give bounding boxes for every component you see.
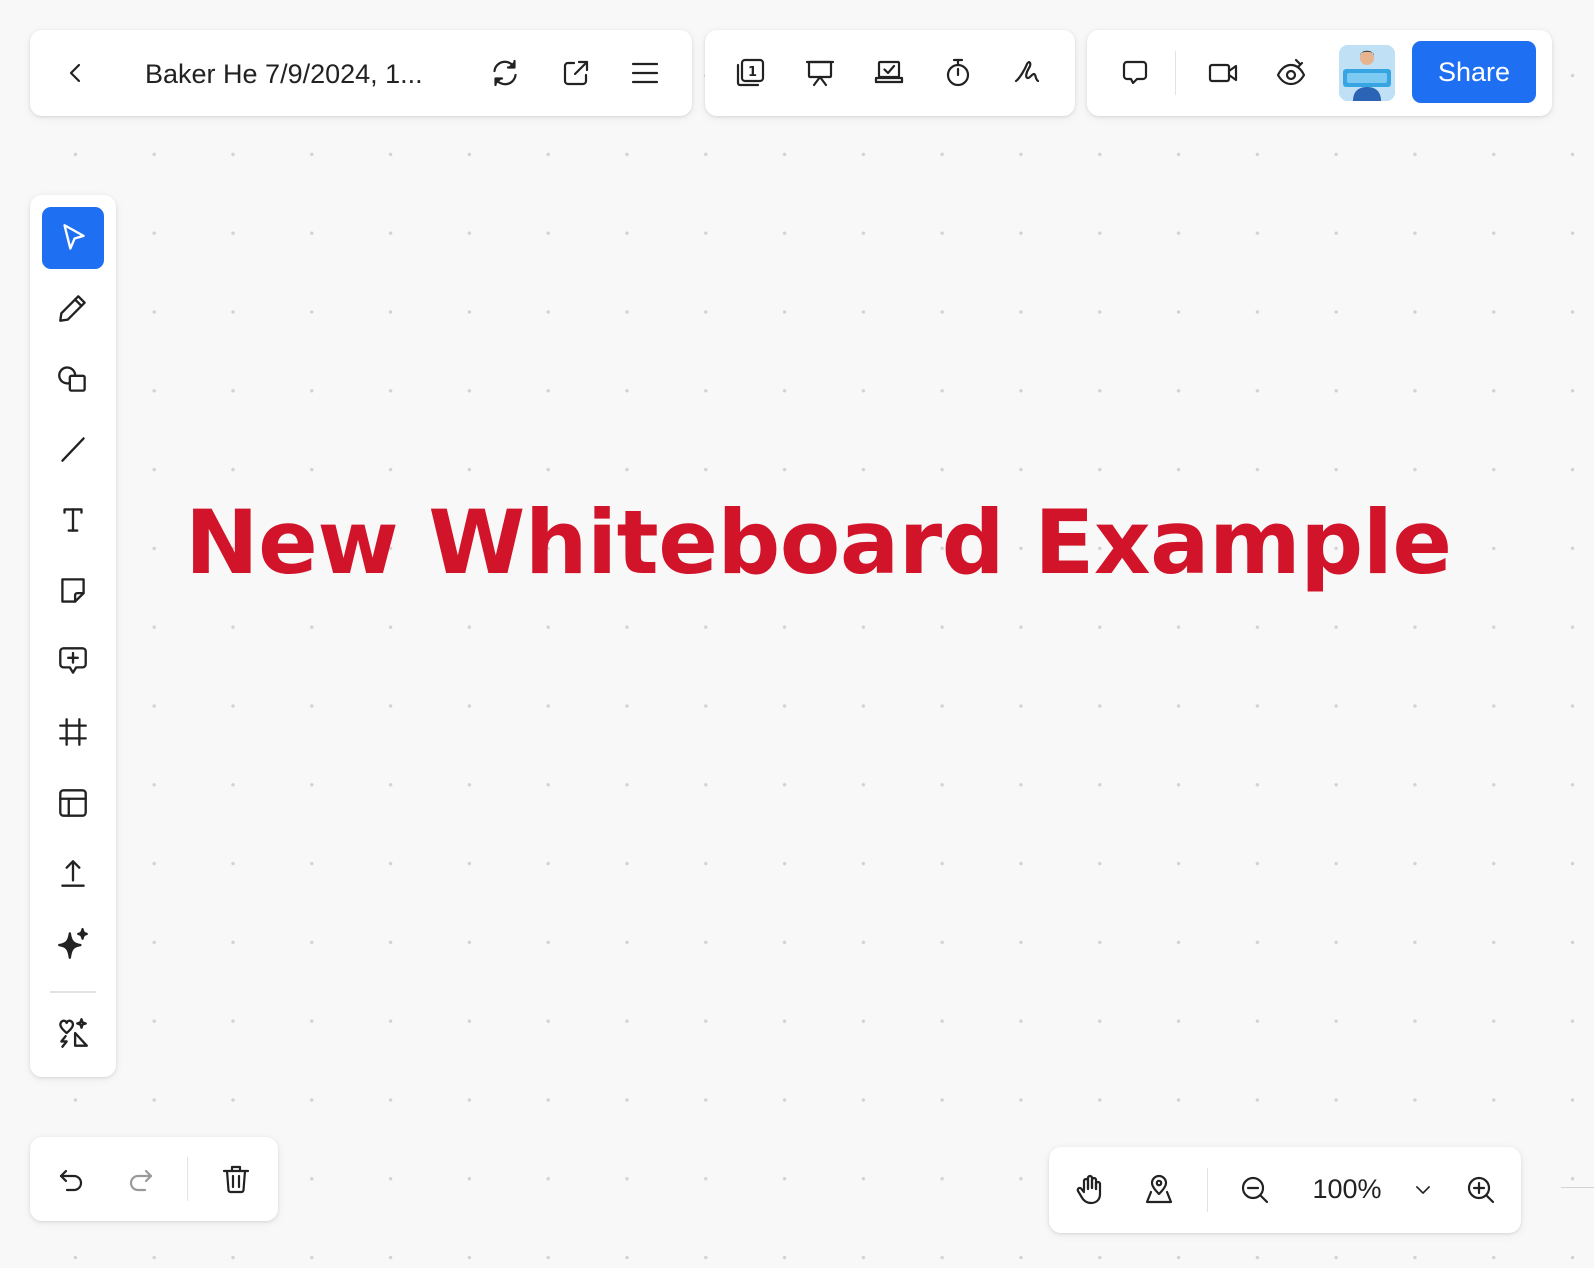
line-icon — [61, 437, 85, 462]
collaboration-tools-panel: 1 — [705, 30, 1075, 116]
line-tool[interactable] — [42, 418, 104, 480]
chevron-down-icon — [1416, 1186, 1430, 1194]
canvas-text-element[interactable]: New Whiteboard Example — [185, 488, 1452, 598]
hamburger-menu-icon — [631, 62, 659, 84]
pages-icon: 1 — [736, 58, 765, 87]
open-external-button[interactable] — [552, 49, 600, 97]
pages-button[interactable]: 1 — [726, 49, 774, 97]
undo-button[interactable] — [48, 1155, 96, 1203]
session-panel: Share — [1087, 30, 1552, 116]
zoom-in-icon — [1467, 1176, 1495, 1204]
chat-button[interactable] — [1111, 49, 1159, 97]
frame-icon — [59, 718, 87, 746]
select-tool[interactable] — [42, 207, 104, 269]
map-pin-icon — [1145, 1174, 1173, 1204]
sticky-note-icon — [61, 578, 85, 603]
redo-icon — [129, 1169, 153, 1192]
pencil-icon — [59, 295, 86, 322]
stickers-tool[interactable] — [42, 1002, 104, 1064]
divider — [187, 1157, 188, 1201]
text-icon — [63, 508, 83, 532]
zoom-out-button[interactable] — [1231, 1166, 1279, 1214]
edit-controls-panel — [30, 1137, 278, 1221]
upload-tool[interactable] — [42, 842, 104, 904]
sparkle-icon — [58, 928, 88, 959]
comment-add-icon — [59, 647, 87, 674]
divider — [1175, 51, 1176, 95]
zoom-out-icon — [1241, 1176, 1269, 1204]
avatar[interactable] — [1339, 45, 1395, 101]
template-icon — [59, 789, 87, 817]
video-icon — [1208, 63, 1238, 83]
chat-icon — [1122, 60, 1148, 85]
zoom-controls-panel: 100% — [1049, 1147, 1521, 1233]
eye-button[interactable] — [1267, 49, 1315, 97]
hand-icon — [1076, 1174, 1102, 1205]
menu-button[interactable] — [621, 49, 669, 97]
template-tool[interactable] — [42, 772, 104, 834]
zoom-level[interactable]: 100% — [1304, 1167, 1390, 1211]
laptop-check-button[interactable] — [865, 49, 913, 97]
cursor-icon — [63, 224, 85, 250]
shapes-tool[interactable] — [42, 348, 104, 410]
chevron-left-icon — [69, 63, 81, 83]
zoom-dropdown-button[interactable] — [1401, 1166, 1445, 1214]
timer-icon — [946, 58, 970, 87]
zoom-in-button[interactable] — [1457, 1166, 1505, 1214]
toolbar-divider — [50, 991, 96, 993]
back-button[interactable] — [52, 49, 100, 97]
open-external-icon — [563, 60, 589, 86]
sync-button[interactable] — [481, 49, 529, 97]
eye-icon — [1276, 58, 1306, 86]
undo-icon — [59, 1169, 83, 1192]
present-icon — [805, 60, 835, 87]
document-title[interactable]: Baker He 7/9/2024, 1... — [145, 58, 465, 90]
squiggle-icon — [1014, 61, 1040, 83]
sync-icon — [493, 59, 517, 87]
user-photo — [1339, 45, 1395, 101]
timer-button[interactable] — [934, 49, 982, 97]
share-button[interactable]: Share — [1412, 41, 1536, 103]
delete-button[interactable] — [212, 1155, 260, 1203]
hand-tool-button[interactable] — [1067, 1166, 1115, 1214]
video-button[interactable] — [1199, 49, 1247, 97]
laptop-check-icon — [874, 60, 904, 84]
squiggle-button[interactable] — [1003, 49, 1051, 97]
ai-tool[interactable] — [42, 913, 104, 975]
redo-button[interactable] — [116, 1155, 164, 1203]
tool-sidebar — [30, 195, 116, 1077]
pen-tool[interactable] — [42, 277, 104, 339]
frame-tool[interactable] — [42, 701, 104, 763]
trash-icon — [222, 1165, 250, 1194]
heart-shapes-icon — [59, 1018, 88, 1048]
svg-text:1: 1 — [748, 65, 757, 80]
map-pin-button[interactable] — [1135, 1166, 1183, 1214]
divider — [1561, 1187, 1594, 1188]
comment-tool[interactable] — [42, 630, 104, 692]
header-panel: Baker He 7/9/2024, 1... — [30, 30, 692, 116]
shapes-icon — [58, 366, 86, 392]
divider — [1207, 1168, 1208, 1212]
sticky-note-tool[interactable] — [42, 560, 104, 622]
text-tool[interactable] — [42, 489, 104, 551]
present-button[interactable] — [796, 49, 844, 97]
upload-icon — [61, 860, 85, 887]
